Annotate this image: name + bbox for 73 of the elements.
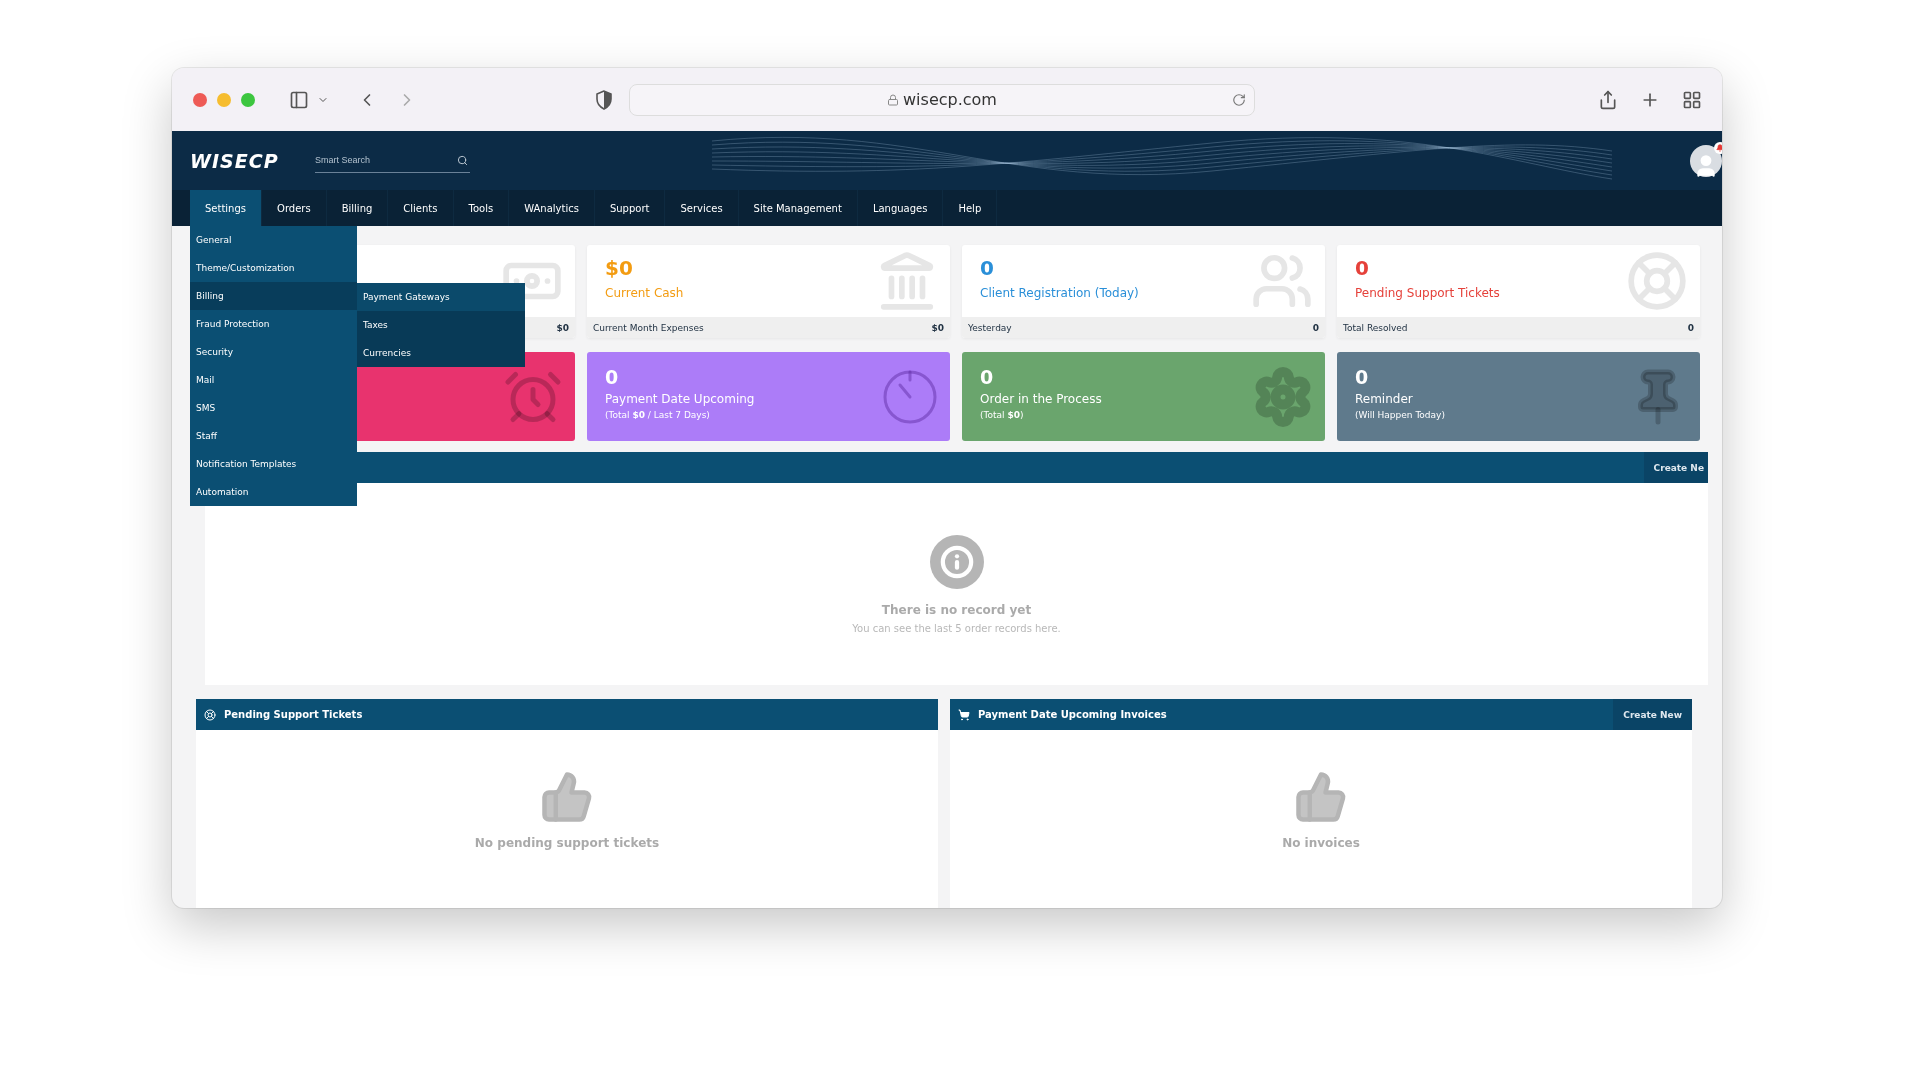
timer-icon xyxy=(882,368,938,425)
status-label: Order in the Process xyxy=(980,392,1103,406)
status-value: 0 xyxy=(980,366,995,388)
stat-footer-value: $0 xyxy=(556,322,569,333)
stat-label: Pending Support Tickets xyxy=(1355,286,1501,300)
lock-icon xyxy=(887,93,900,106)
reload-icon[interactable] xyxy=(1232,92,1246,107)
stat-value: 0 xyxy=(980,256,995,280)
stat-label: Client Registration (Today) xyxy=(980,286,1140,300)
logo[interactable]: WISECP xyxy=(190,149,295,172)
nav-tab[interactable]: Tools xyxy=(453,190,510,226)
panel-title: Payment Date Upcoming Invoices xyxy=(978,709,1167,720)
cart-icon xyxy=(958,708,970,721)
menu-item[interactable]: Staff xyxy=(190,422,357,450)
lifebuoy-icon xyxy=(1626,250,1688,312)
nav-tab[interactable]: Help xyxy=(943,190,998,226)
search-icon[interactable] xyxy=(457,154,468,166)
empty-text: You can see the last 5 order records here. xyxy=(852,622,1061,634)
url-text: wisecp.com xyxy=(903,90,997,109)
bell-icon xyxy=(1716,143,1722,152)
menu-item[interactable]: Fraud Protection xyxy=(190,310,357,338)
nav-tab[interactable]: Languages xyxy=(857,190,944,226)
panel-title: Pending Support Tickets xyxy=(224,709,363,720)
thumbs-up-icon xyxy=(540,770,594,824)
create-new-button[interactable]: Create Ne xyxy=(1643,452,1708,483)
menu-item[interactable]: Mail xyxy=(190,366,357,394)
stat-value: 0 xyxy=(1355,256,1370,280)
tabs-overview-icon[interactable] xyxy=(1682,89,1702,110)
thumbs-up-icon xyxy=(1294,770,1348,824)
nav-tab[interactable]: Settings xyxy=(190,190,262,226)
status-label: Reminder xyxy=(1355,392,1414,406)
lifebuoy-icon xyxy=(204,708,216,721)
status-note: (Will Happen Today) xyxy=(1355,410,1446,420)
share-icon[interactable] xyxy=(1598,89,1618,110)
sidebar-icon[interactable] xyxy=(289,89,309,110)
status-value: 0 xyxy=(605,366,620,388)
stat-footer-label: Yesterday xyxy=(968,322,1012,333)
status-label: Payment Date Upcoming xyxy=(605,392,756,406)
status-value: 0 xyxy=(1355,366,1370,388)
address-bar[interactable]: wisecp.com xyxy=(629,83,1255,116)
menu-item[interactable]: SMS xyxy=(190,394,357,422)
nav-tab[interactable]: Services xyxy=(665,190,739,226)
menu-item[interactable]: Billing xyxy=(190,282,357,310)
stat-value: $0 xyxy=(605,256,634,280)
stat-footer-label: Current Month Expenses xyxy=(593,322,704,333)
avatar[interactable] xyxy=(1690,144,1722,177)
menu-item[interactable]: General xyxy=(190,226,357,254)
menu-item[interactable]: Theme/Customization xyxy=(190,254,357,282)
stat-footer-label: Total Resolved xyxy=(1343,322,1408,333)
nav-tab[interactable]: Site Management xyxy=(738,190,858,226)
status-note: (Total $0) xyxy=(980,410,1025,420)
empty-text: No pending support tickets xyxy=(474,836,660,850)
menu-item[interactable]: Security xyxy=(190,338,357,366)
status-note: (Total $0 / Last 7 Days) xyxy=(605,410,711,420)
menu-item[interactable]: Notification Templates xyxy=(190,450,357,478)
create-new-button[interactable]: Create New xyxy=(1613,699,1692,730)
submenu-item[interactable]: Payment Gateways xyxy=(357,283,525,311)
submenu-item[interactable]: Taxes xyxy=(357,311,525,339)
nav-tab[interactable]: WAnalytics xyxy=(509,190,595,226)
empty-title: There is no record yet xyxy=(881,602,1032,617)
empty-text: No invoices xyxy=(1282,836,1360,850)
stat-label: Current Cash xyxy=(605,286,685,300)
search-field[interactable]: Smart Search xyxy=(315,148,470,173)
stat-footer-value: 0 xyxy=(1687,322,1694,333)
menu-item[interactable]: Automation xyxy=(190,478,357,506)
close-window-button[interactable] xyxy=(193,92,207,107)
stat-footer-value: 0 xyxy=(1312,322,1319,333)
gear-icon xyxy=(1253,366,1313,427)
stat-footer-value: $0 xyxy=(931,322,944,333)
submenu-item[interactable]: Currencies xyxy=(357,339,525,367)
nav-tab[interactable]: Support xyxy=(594,190,666,226)
nav-tab[interactable]: Clients xyxy=(388,190,454,226)
shield-icon[interactable] xyxy=(595,89,613,110)
